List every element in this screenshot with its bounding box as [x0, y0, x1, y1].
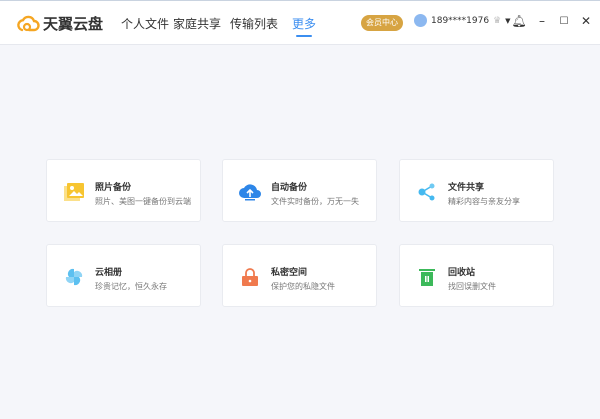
tab-transfer-list[interactable]: 传输列表	[230, 15, 278, 32]
vip-center-button[interactable]: 会员中心	[361, 15, 403, 31]
card-title: 自动备份	[271, 183, 308, 193]
card-subtitle: 珍贵记忆，恒久永存	[95, 282, 167, 291]
card-subtitle: 保护您的私隐文件	[271, 282, 335, 291]
minimize-button[interactable]: –	[534, 14, 550, 28]
card-title: 云相册	[95, 268, 123, 278]
trash-icon	[419, 269, 435, 286]
card-photo-backup[interactable]: 照片备份 照片、美图一键备份到云端	[46, 159, 201, 222]
tab-personal-files[interactable]: 个人文件	[121, 15, 169, 32]
card-recycle-bin[interactable]: 回收站 找回误删文件	[399, 244, 554, 307]
bell-icon[interactable]: 🔔︎	[511, 14, 527, 28]
card-title: 回收站	[448, 268, 476, 278]
tab-family-share[interactable]: 家庭共享	[173, 15, 221, 32]
username: 189****1976	[431, 15, 490, 26]
card-subtitle: 文件实时备份，万无一失	[271, 197, 359, 206]
cloud-logo-icon	[17, 15, 40, 31]
card-auto-backup[interactable]: 自动备份 文件实时备份，万无一失	[222, 159, 377, 222]
user-menu[interactable]: 189****1976 ♛ ▼	[414, 14, 511, 27]
pinwheel-icon	[65, 268, 83, 286]
chevron-down-icon: ▼	[505, 16, 511, 25]
cloud-upload-icon	[239, 184, 261, 201]
app-name: 天翼云盘	[43, 15, 104, 33]
avatar	[414, 14, 427, 27]
card-title: 照片备份	[95, 183, 132, 193]
card-file-share[interactable]: 文件共享 精彩内容与亲友分享	[399, 159, 554, 222]
crown-icon: ♛	[493, 15, 502, 26]
card-subtitle: 照片、美图一键备份到云端	[95, 197, 191, 206]
tab-more[interactable]: 更多	[292, 15, 316, 37]
share-icon	[418, 183, 435, 201]
card-cloud-album[interactable]: 云相册 珍贵记忆，恒久永存	[46, 244, 201, 307]
card-title: 文件共享	[448, 183, 485, 193]
app-logo: 天翼云盘	[16, 13, 103, 34]
lock-icon	[242, 268, 258, 286]
title-bar: 天翼云盘 个人文件 家庭共享 传输列表 更多 会员中心 189****1976 …	[0, 0, 600, 45]
card-private-space[interactable]: 私密空间 保护您的私隐文件	[222, 244, 377, 307]
card-subtitle: 找回误删文件	[448, 282, 496, 291]
card-subtitle: 精彩内容与亲友分享	[448, 197, 520, 206]
card-title: 私密空间	[271, 268, 308, 278]
photo-icon	[64, 183, 84, 201]
close-button[interactable]: ✕	[578, 14, 594, 28]
maximize-button[interactable]: ☐	[556, 16, 572, 27]
